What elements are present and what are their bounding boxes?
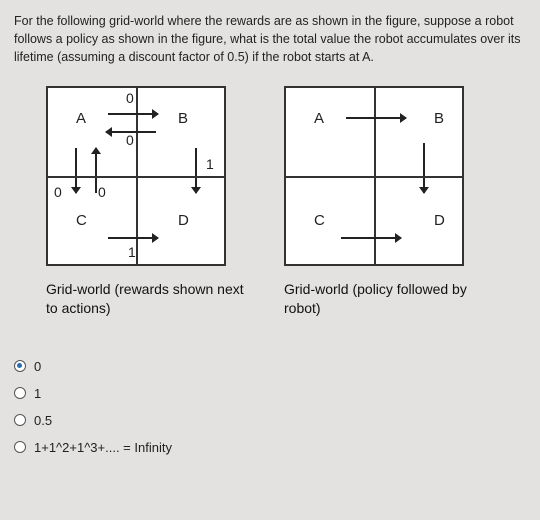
cell-d-label: D — [178, 212, 189, 229]
option-label: 0.5 — [34, 413, 52, 428]
policy-arrow-a-b — [346, 112, 406, 124]
option-label: 1 — [34, 386, 41, 401]
caption-rewards: Grid-world (rewards shown next to action… — [46, 280, 246, 316]
policy-arrow-c-d — [341, 232, 401, 244]
cell-a-label-r: A — [314, 110, 324, 127]
arrow-b-to-d — [190, 148, 202, 193]
caption-policy: Grid-world (policy followed by robot) — [284, 280, 484, 316]
question-text: For the following grid-world where the r… — [14, 12, 526, 66]
cell-c-label: C — [76, 212, 87, 229]
option-1[interactable]: 1 — [14, 386, 526, 401]
cell-c-label-r: C — [314, 212, 325, 229]
arrow-a-to-c — [70, 148, 82, 193]
option-0[interactable]: 0 — [14, 359, 526, 374]
reward-a-b: 0 — [126, 90, 134, 106]
grid-rewards: A B C D 0 0 1 — [46, 86, 246, 316]
cell-a-label: A — [76, 110, 86, 127]
radio-icon — [14, 360, 26, 372]
reward-a-c: 0 — [54, 184, 62, 200]
cell-d-label-r: D — [434, 212, 445, 229]
reward-b-a: 0 — [126, 132, 134, 148]
cell-b-label-r: B — [434, 110, 444, 127]
option-label: 1+1^2+1^3+.... = Infinity — [34, 440, 172, 455]
arrow-c-to-d — [108, 232, 158, 244]
arrow-a-to-b — [108, 108, 158, 120]
option-2[interactable]: 0.5 — [14, 413, 526, 428]
grid-rewards-canvas: A B C D 0 0 1 — [46, 86, 226, 266]
reward-c-d: 1 — [128, 244, 136, 260]
answer-options: 0 1 0.5 1+1^2+1^3+.... = Infinity — [14, 359, 526, 455]
grid-policy-canvas: A B C D — [284, 86, 464, 266]
option-label: 0 — [34, 359, 41, 374]
grid-policy: A B C D Grid-world (policy followed by r… — [284, 86, 484, 316]
radio-icon — [14, 387, 26, 399]
reward-b-d: 1 — [206, 156, 214, 172]
radio-icon — [14, 414, 26, 426]
figures-row: A B C D 0 0 1 — [46, 86, 526, 316]
cell-b-label: B — [178, 110, 188, 127]
reward-c-a: 0 — [98, 184, 106, 200]
radio-icon — [14, 441, 26, 453]
policy-arrow-b-d — [418, 143, 430, 193]
option-3[interactable]: 1+1^2+1^3+.... = Infinity — [14, 440, 526, 455]
